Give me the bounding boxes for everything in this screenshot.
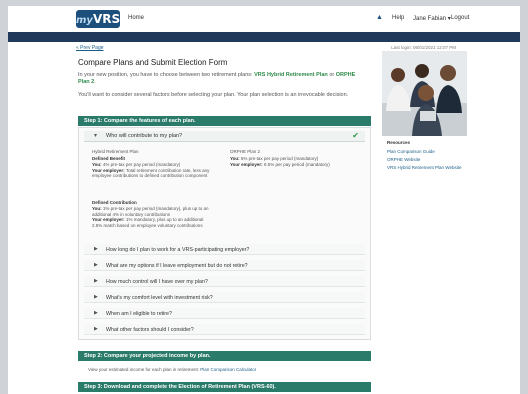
accordion-question: What other factors should I consider? bbox=[106, 327, 194, 333]
logo-vrs: VRS bbox=[92, 12, 121, 26]
people-photo-illustration bbox=[382, 51, 467, 136]
intro-prefix: In your new position, you have to choose… bbox=[78, 72, 253, 78]
people-photo bbox=[382, 51, 467, 136]
accordion-item[interactable]: ▶ What's my comfort level with investmen… bbox=[84, 292, 365, 303]
last-login: Last login: 06/01/2021 12:07 PM bbox=[391, 45, 456, 50]
accordion-question: What are my options if I leave employmen… bbox=[106, 263, 248, 269]
orphe-plan-text: You: 5% pre-tax per pay period (mandator… bbox=[230, 156, 360, 167]
step2-text: View your estimated income for each plan… bbox=[88, 367, 256, 372]
logout-link[interactable]: Logout bbox=[451, 15, 469, 21]
accordion-item[interactable]: ▶ What are my options if I leave employm… bbox=[84, 260, 365, 271]
top-bar: myVRS Home ▲ Help Jane Fabian ▾ Logout bbox=[8, 6, 520, 32]
accordion-question: When am I eligible to retire? bbox=[106, 311, 172, 317]
accordion-question: Who will contribute to my plan? bbox=[106, 133, 183, 139]
employer-label: Your employer: bbox=[230, 161, 263, 167]
browser-frame: myVRS Home ▲ Help Jane Fabian ▾ Logout «… bbox=[8, 6, 520, 394]
employer-label: Your employer: bbox=[92, 167, 125, 173]
intro-text-2: You'll want to consider several factors … bbox=[78, 92, 349, 98]
myvrs-logo[interactable]: myVRS bbox=[76, 10, 120, 28]
calculator-link[interactable]: Plan Comparison Calculator bbox=[200, 367, 256, 372]
step2-bar[interactable]: Step 2: Compare your projected income by… bbox=[78, 351, 371, 361]
you-text: 5% pre-tax per pay period (mandatory) bbox=[239, 156, 319, 161]
orphe-plan-heading: ORPHE Plan 2 bbox=[230, 149, 261, 154]
orphe-website-link[interactable]: ORPHE Website bbox=[387, 157, 467, 163]
help-link[interactable]: Help bbox=[392, 15, 404, 21]
nav-band bbox=[8, 32, 520, 42]
checkmark-icon: ✔ bbox=[352, 131, 359, 140]
you-label: You: bbox=[92, 162, 102, 167]
defined-contribution-heading: Defined Contribution bbox=[92, 200, 137, 205]
step2-desc: View your estimated income for each plan… bbox=[88, 367, 199, 372]
chevron-right-icon: ▶ bbox=[94, 278, 98, 284]
alert-icon[interactable]: ▲ bbox=[376, 14, 383, 21]
back-link[interactable]: « Prev Page bbox=[76, 45, 104, 51]
chevron-right-icon: ▶ bbox=[94, 262, 98, 268]
step3-bar[interactable]: Step 3: Download and complete the Electi… bbox=[78, 382, 371, 392]
intro-suffix: . bbox=[94, 79, 96, 85]
accordion-question: What's my comfort level with investment … bbox=[106, 295, 213, 301]
employer-text: 8.5% per pay period (mandatory) bbox=[262, 161, 330, 167]
defined-contribution-text: You: 1% pre-tax per pay period (mandator… bbox=[92, 206, 212, 228]
page-title: Compare Plans and Submit Election Form bbox=[78, 58, 228, 67]
hybrid-plan-link[interactable]: VRS Hybrid Retirement Plan bbox=[254, 72, 328, 78]
you-text: 1% pre-tax per pay period (mandatory), p… bbox=[92, 206, 209, 217]
chevron-right-icon: ▶ bbox=[94, 246, 98, 252]
defined-benefit-text: You: 4% pre-tax per pay period (mandator… bbox=[92, 162, 212, 179]
accordion-item[interactable]: ▶ What other factors should I consider? bbox=[84, 324, 365, 335]
home-link[interactable]: Home bbox=[128, 15, 144, 21]
hybrid-website-link[interactable]: VRS Hybrid Retirement Plan Website bbox=[387, 165, 467, 171]
chevron-down-icon: ▾ bbox=[94, 133, 98, 139]
intro-text: In your new position, you have to choose… bbox=[78, 72, 368, 86]
accordion-item[interactable]: ▶ How much control will I have over my p… bbox=[84, 276, 365, 287]
step1-bar[interactable]: Step 1: Compare the features of each pla… bbox=[78, 116, 371, 126]
you-label: You: bbox=[230, 156, 240, 161]
you-label: You: bbox=[92, 206, 102, 211]
resources-title: Resources bbox=[387, 140, 411, 145]
accordion-item[interactable]: ▶ When am I eligible to retire? bbox=[84, 308, 365, 319]
accordion-open-item[interactable]: ▾ Who will contribute to my plan? ✔ bbox=[84, 131, 365, 142]
accordion-item[interactable]: ▶ How long do I plan to work for a VRS-p… bbox=[84, 244, 365, 255]
employer-label: Your employer: bbox=[92, 217, 125, 222]
chevron-right-icon: ▶ bbox=[94, 310, 98, 316]
chevron-right-icon: ▶ bbox=[94, 294, 98, 300]
defined-benefit-heading: Defined Benefit bbox=[92, 156, 126, 161]
hybrid-plan-heading: Hybrid Retirement Plan bbox=[92, 149, 139, 154]
intro-or: or bbox=[329, 72, 335, 78]
accordion-question: How much control will I have over my pla… bbox=[106, 279, 208, 285]
plan-guide-link[interactable]: Plan Comparison Guide bbox=[387, 149, 467, 155]
chevron-right-icon: ▶ bbox=[94, 326, 98, 332]
resources-panel: Resources Plan Comparison Guide ORPHE We… bbox=[382, 140, 467, 188]
logo-my: my bbox=[76, 15, 93, 26]
accordion-question: How long do I plan to work for a VRS-par… bbox=[106, 247, 250, 253]
you-text: 4% pre-tax per pay period (mandatory) bbox=[101, 162, 181, 167]
user-menu[interactable]: Jane Fabian ▾ bbox=[413, 15, 451, 22]
